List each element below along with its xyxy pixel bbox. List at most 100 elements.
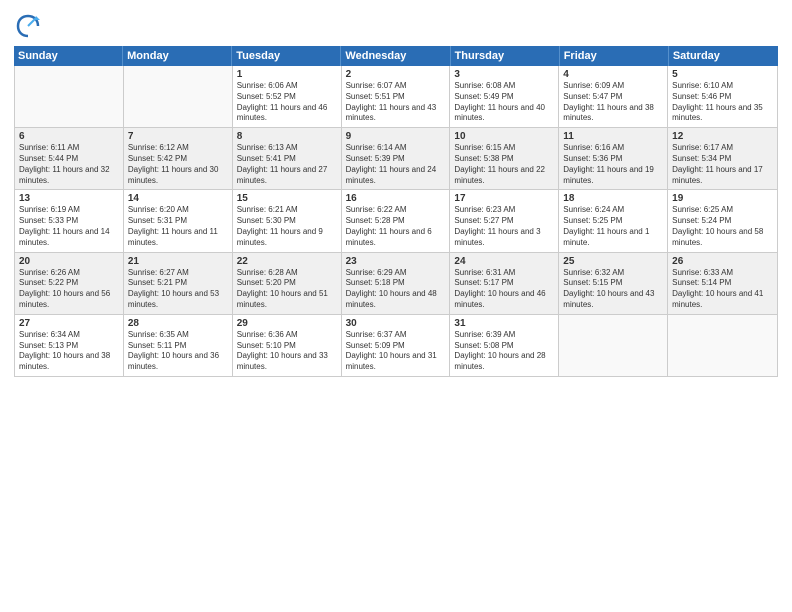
calendar-cell: 15Sunrise: 6:21 AMSunset: 5:30 PMDayligh… [233, 190, 342, 251]
day-number: 4 [563, 69, 663, 80]
calendar-cell: 10Sunrise: 6:15 AMSunset: 5:38 PMDayligh… [450, 128, 559, 189]
calendar-cell [124, 66, 233, 127]
cell-info: Sunrise: 6:36 AMSunset: 5:10 PMDaylight:… [237, 330, 337, 373]
cell-info: Sunrise: 6:23 AMSunset: 5:27 PMDaylight:… [454, 205, 554, 248]
weekday-header-tuesday: Tuesday [232, 46, 341, 66]
day-number: 24 [454, 256, 554, 267]
day-number: 22 [237, 256, 337, 267]
cell-info: Sunrise: 6:27 AMSunset: 5:21 PMDaylight:… [128, 268, 228, 311]
day-number: 2 [346, 69, 446, 80]
calendar-cell: 31Sunrise: 6:39 AMSunset: 5:08 PMDayligh… [450, 315, 559, 376]
calendar-cell: 1Sunrise: 6:06 AMSunset: 5:52 PMDaylight… [233, 66, 342, 127]
calendar-cell: 21Sunrise: 6:27 AMSunset: 5:21 PMDayligh… [124, 253, 233, 314]
calendar-cell: 14Sunrise: 6:20 AMSunset: 5:31 PMDayligh… [124, 190, 233, 251]
day-number: 3 [454, 69, 554, 80]
calendar-cell: 28Sunrise: 6:35 AMSunset: 5:11 PMDayligh… [124, 315, 233, 376]
calendar: SundayMondayTuesdayWednesdayThursdayFrid… [14, 46, 778, 602]
calendar-header: SundayMondayTuesdayWednesdayThursdayFrid… [14, 46, 778, 66]
day-number: 20 [19, 256, 119, 267]
day-number: 8 [237, 131, 337, 142]
day-number: 13 [19, 193, 119, 204]
cell-info: Sunrise: 6:21 AMSunset: 5:30 PMDaylight:… [237, 205, 337, 248]
weekday-header-friday: Friday [560, 46, 669, 66]
day-number: 14 [128, 193, 228, 204]
cell-info: Sunrise: 6:29 AMSunset: 5:18 PMDaylight:… [346, 268, 446, 311]
calendar-cell: 5Sunrise: 6:10 AMSunset: 5:46 PMDaylight… [668, 66, 777, 127]
cell-info: Sunrise: 6:37 AMSunset: 5:09 PMDaylight:… [346, 330, 446, 373]
day-number: 1 [237, 69, 337, 80]
calendar-cell: 4Sunrise: 6:09 AMSunset: 5:47 PMDaylight… [559, 66, 668, 127]
day-number: 5 [672, 69, 773, 80]
day-number: 6 [19, 131, 119, 142]
calendar-week-5: 27Sunrise: 6:34 AMSunset: 5:13 PMDayligh… [15, 315, 777, 376]
cell-info: Sunrise: 6:31 AMSunset: 5:17 PMDaylight:… [454, 268, 554, 311]
cell-info: Sunrise: 6:25 AMSunset: 5:24 PMDaylight:… [672, 205, 773, 248]
weekday-header-saturday: Saturday [669, 46, 778, 66]
calendar-cell: 22Sunrise: 6:28 AMSunset: 5:20 PMDayligh… [233, 253, 342, 314]
calendar-cell: 13Sunrise: 6:19 AMSunset: 5:33 PMDayligh… [15, 190, 124, 251]
calendar-cell: 25Sunrise: 6:32 AMSunset: 5:15 PMDayligh… [559, 253, 668, 314]
day-number: 27 [19, 318, 119, 329]
calendar-cell [15, 66, 124, 127]
cell-info: Sunrise: 6:35 AMSunset: 5:11 PMDaylight:… [128, 330, 228, 373]
cell-info: Sunrise: 6:17 AMSunset: 5:34 PMDaylight:… [672, 143, 773, 186]
calendar-week-4: 20Sunrise: 6:26 AMSunset: 5:22 PMDayligh… [15, 253, 777, 315]
day-number: 28 [128, 318, 228, 329]
calendar-cell: 26Sunrise: 6:33 AMSunset: 5:14 PMDayligh… [668, 253, 777, 314]
weekday-header-wednesday: Wednesday [341, 46, 450, 66]
cell-info: Sunrise: 6:20 AMSunset: 5:31 PMDaylight:… [128, 205, 228, 248]
cell-info: Sunrise: 6:11 AMSunset: 5:44 PMDaylight:… [19, 143, 119, 186]
calendar-cell: 20Sunrise: 6:26 AMSunset: 5:22 PMDayligh… [15, 253, 124, 314]
day-number: 11 [563, 131, 663, 142]
calendar-cell: 11Sunrise: 6:16 AMSunset: 5:36 PMDayligh… [559, 128, 668, 189]
calendar-cell: 6Sunrise: 6:11 AMSunset: 5:44 PMDaylight… [15, 128, 124, 189]
calendar-cell: 12Sunrise: 6:17 AMSunset: 5:34 PMDayligh… [668, 128, 777, 189]
cell-info: Sunrise: 6:09 AMSunset: 5:47 PMDaylight:… [563, 81, 663, 124]
day-number: 29 [237, 318, 337, 329]
day-number: 19 [672, 193, 773, 204]
calendar-cell: 24Sunrise: 6:31 AMSunset: 5:17 PMDayligh… [450, 253, 559, 314]
calendar-week-1: 1Sunrise: 6:06 AMSunset: 5:52 PMDaylight… [15, 66, 777, 128]
logo-icon [14, 12, 42, 40]
cell-info: Sunrise: 6:33 AMSunset: 5:14 PMDaylight:… [672, 268, 773, 311]
cell-info: Sunrise: 6:07 AMSunset: 5:51 PMDaylight:… [346, 81, 446, 124]
calendar-cell: 30Sunrise: 6:37 AMSunset: 5:09 PMDayligh… [342, 315, 451, 376]
calendar-cell: 23Sunrise: 6:29 AMSunset: 5:18 PMDayligh… [342, 253, 451, 314]
day-number: 15 [237, 193, 337, 204]
cell-info: Sunrise: 6:22 AMSunset: 5:28 PMDaylight:… [346, 205, 446, 248]
calendar-cell: 8Sunrise: 6:13 AMSunset: 5:41 PMDaylight… [233, 128, 342, 189]
calendar-body: 1Sunrise: 6:06 AMSunset: 5:52 PMDaylight… [14, 66, 778, 377]
calendar-cell: 19Sunrise: 6:25 AMSunset: 5:24 PMDayligh… [668, 190, 777, 251]
weekday-header-sunday: Sunday [14, 46, 123, 66]
day-number: 9 [346, 131, 446, 142]
day-number: 21 [128, 256, 228, 267]
weekday-header-monday: Monday [123, 46, 232, 66]
cell-info: Sunrise: 6:10 AMSunset: 5:46 PMDaylight:… [672, 81, 773, 124]
day-number: 26 [672, 256, 773, 267]
calendar-cell: 9Sunrise: 6:14 AMSunset: 5:39 PMDaylight… [342, 128, 451, 189]
calendar-week-3: 13Sunrise: 6:19 AMSunset: 5:33 PMDayligh… [15, 190, 777, 252]
calendar-cell: 18Sunrise: 6:24 AMSunset: 5:25 PMDayligh… [559, 190, 668, 251]
calendar-week-2: 6Sunrise: 6:11 AMSunset: 5:44 PMDaylight… [15, 128, 777, 190]
day-number: 18 [563, 193, 663, 204]
cell-info: Sunrise: 6:06 AMSunset: 5:52 PMDaylight:… [237, 81, 337, 124]
cell-info: Sunrise: 6:16 AMSunset: 5:36 PMDaylight:… [563, 143, 663, 186]
calendar-cell [559, 315, 668, 376]
cell-info: Sunrise: 6:34 AMSunset: 5:13 PMDaylight:… [19, 330, 119, 373]
calendar-cell: 27Sunrise: 6:34 AMSunset: 5:13 PMDayligh… [15, 315, 124, 376]
cell-info: Sunrise: 6:28 AMSunset: 5:20 PMDaylight:… [237, 268, 337, 311]
cell-info: Sunrise: 6:13 AMSunset: 5:41 PMDaylight:… [237, 143, 337, 186]
cell-info: Sunrise: 6:24 AMSunset: 5:25 PMDaylight:… [563, 205, 663, 248]
cell-info: Sunrise: 6:39 AMSunset: 5:08 PMDaylight:… [454, 330, 554, 373]
cell-info: Sunrise: 6:15 AMSunset: 5:38 PMDaylight:… [454, 143, 554, 186]
day-number: 10 [454, 131, 554, 142]
day-number: 30 [346, 318, 446, 329]
cell-info: Sunrise: 6:26 AMSunset: 5:22 PMDaylight:… [19, 268, 119, 311]
day-number: 17 [454, 193, 554, 204]
day-number: 25 [563, 256, 663, 267]
calendar-cell: 7Sunrise: 6:12 AMSunset: 5:42 PMDaylight… [124, 128, 233, 189]
day-number: 7 [128, 131, 228, 142]
calendar-cell: 3Sunrise: 6:08 AMSunset: 5:49 PMDaylight… [450, 66, 559, 127]
cell-info: Sunrise: 6:32 AMSunset: 5:15 PMDaylight:… [563, 268, 663, 311]
page-header [14, 10, 778, 40]
